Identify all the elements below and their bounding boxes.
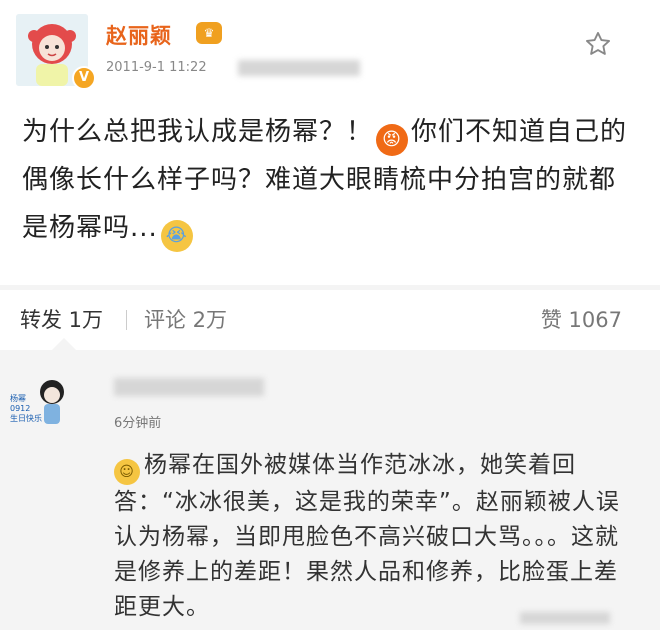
angry-emoji-icon: 😡 — [376, 124, 409, 156]
post-body: 为什么总把我认成是杨幂？！ 😡 你们不知道自己的偶像长什么样子吗？难道大眼睛梳中分拍… — [22, 108, 632, 252]
verified-badge-icon: V — [72, 66, 96, 90]
repost-button[interactable]: 转发 1万 — [20, 304, 103, 334]
post-text-part1: 为什么总把我认成是杨幂？！ — [22, 117, 374, 147]
vip-crown-icon: ♛ — [196, 22, 222, 44]
weibo-post-card: V 赵丽颖 ♛ 2011-9-1 11:22 为什么总把我认成是杨幂？！ 😡 你们不… — [0, 0, 660, 285]
author-name[interactable]: 赵丽颖 — [106, 20, 172, 50]
comment-text: 杨幂在国外被媒体当作范冰冰，她笑着回答：“冰冰很美，这是我的荣幸”。赵丽颖被人误… — [114, 452, 620, 620]
crying-emoji-icon: 😭 — [160, 220, 193, 252]
post-timestamp: 2011-9-1 11:22 — [106, 60, 207, 75]
like-button[interactable]: 赞 1067 — [541, 304, 622, 334]
action-divider — [126, 310, 127, 330]
post-action-bar: 转发 1万 评论 2万 赞 1067 — [0, 290, 660, 350]
smile-emoji-icon: ☺ — [114, 459, 140, 485]
comment-pointer — [52, 338, 76, 350]
avatar-caption-line3: 生日快乐 — [10, 414, 42, 423]
avatar-caption-line2: 0912 — [10, 404, 31, 413]
commenter-avatar-caption: 杨幂 0912 生日快乐 — [10, 394, 70, 424]
comment-body: ☺ 杨幂在国外被媒体当作范冰冰，她笑着回答：“冰冰很美，这是我的荣幸”。赵丽颖被人… — [114, 448, 634, 625]
favorite-star-icon[interactable] — [584, 30, 612, 58]
comment-button[interactable]: 评论 2万 — [144, 304, 227, 334]
blurred-source-redaction — [238, 60, 360, 76]
blurred-commenter-name — [114, 378, 264, 396]
comment-time: 6分钟前 — [114, 416, 162, 431]
avatar-caption-line1: 杨幂 — [10, 394, 26, 403]
blurred-watermark — [520, 612, 610, 624]
